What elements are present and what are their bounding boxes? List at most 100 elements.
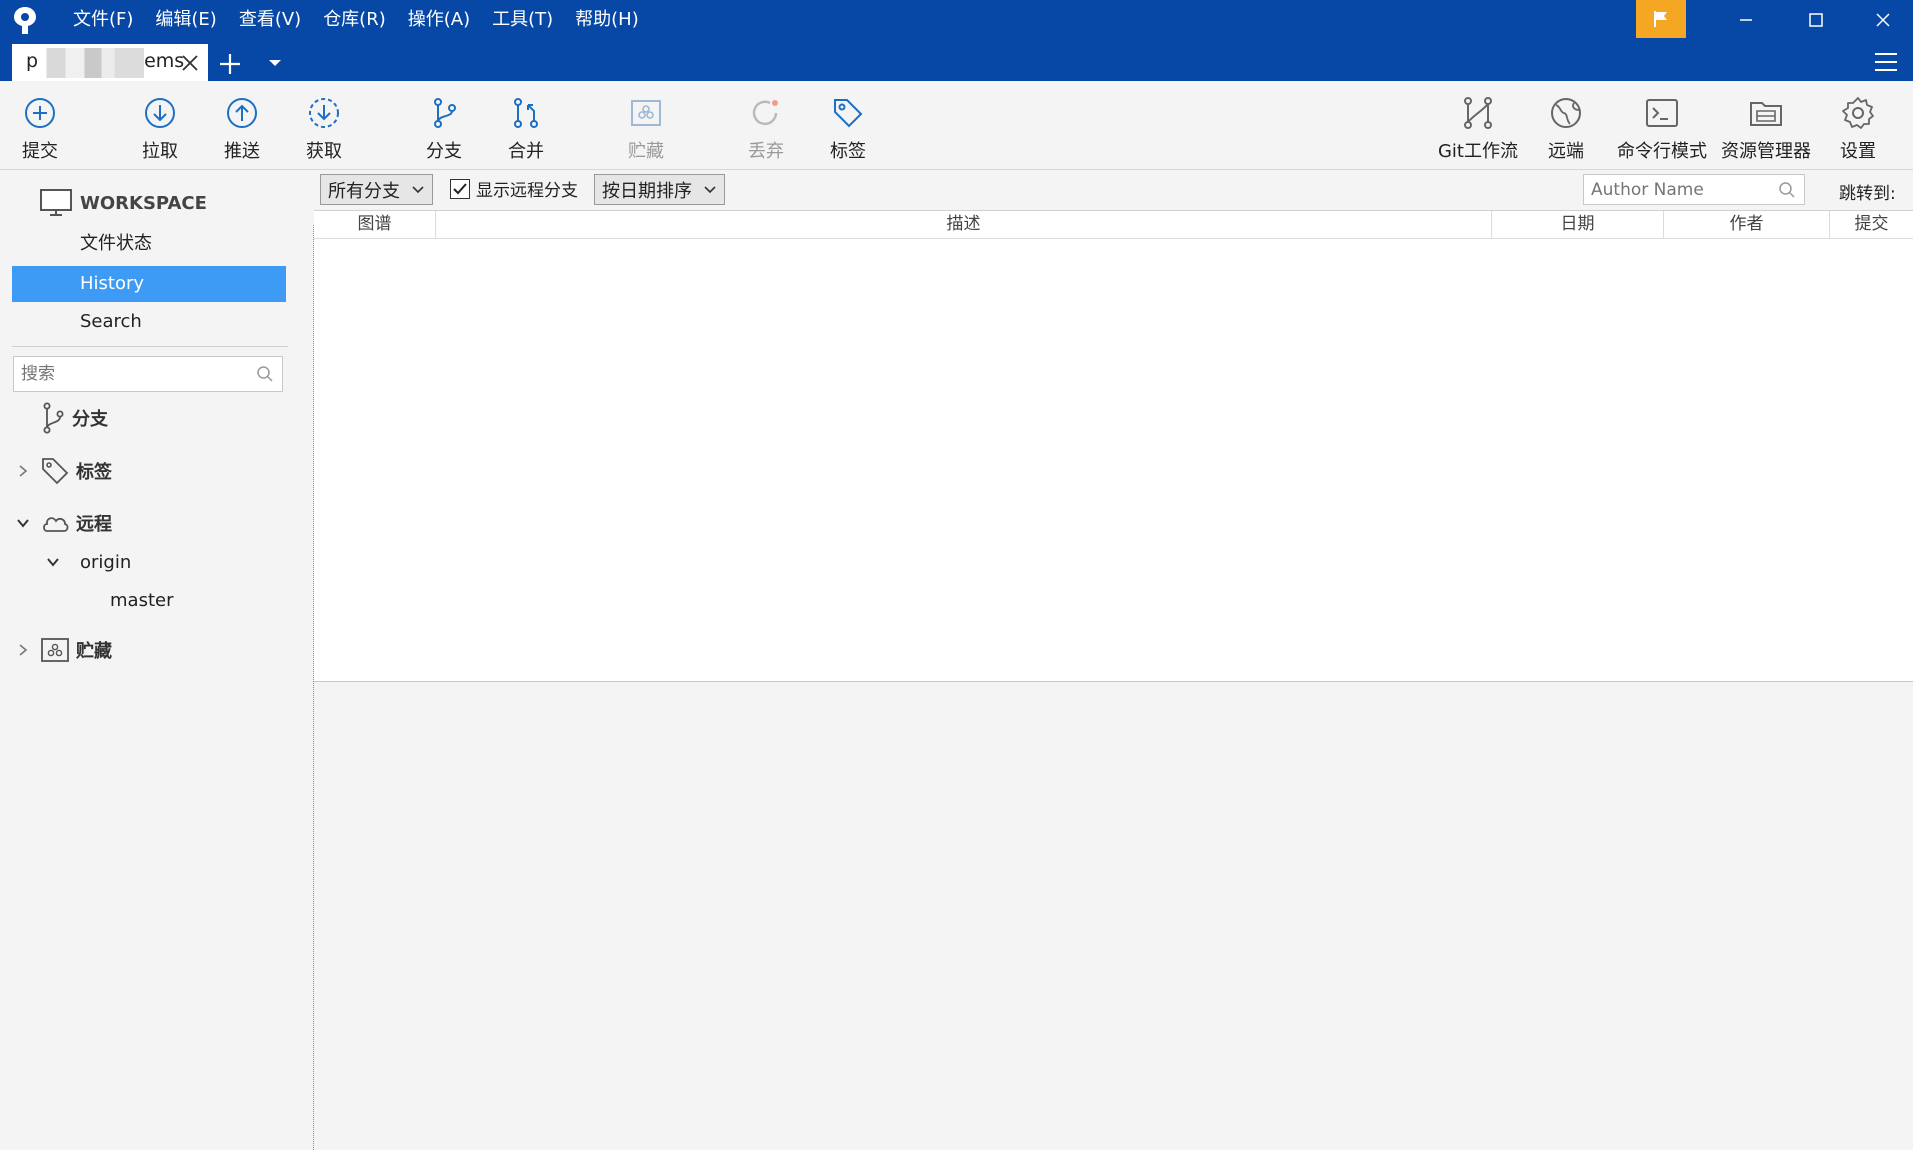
sidebar-item-history[interactable]: History [12, 266, 286, 302]
globe-icon [1551, 98, 1581, 128]
jump-to-label: 跳转到: [1839, 184, 1896, 204]
tag-label: 标签 [830, 141, 866, 162]
push-button[interactable]: 推送 [212, 81, 272, 169]
title-bar: 文件(F) 编辑(E) 查看(V) 仓库(R) 操作(A) 工具(T) 帮助(H… [0, 0, 1913, 81]
workspace-header: WORKSPACE [40, 189, 207, 217]
tree-stashes[interactable]: 贮藏 [16, 632, 112, 668]
branch-filter-dropdown[interactable]: 所有分支 [320, 174, 433, 205]
show-remote-branches-checkbox[interactable] [450, 178, 470, 199]
explorer-label: 资源管理器 [1721, 141, 1811, 162]
tree-origin-label: origin [80, 551, 132, 573]
sourcetree-logo-icon[interactable] [12, 6, 38, 36]
pull-button[interactable]: 拉取 [130, 81, 190, 169]
sidebar-item-search[interactable]: Search [12, 304, 286, 340]
stash-button[interactable]: 贮藏 [616, 81, 676, 169]
menu-file[interactable]: 文件(F) [62, 0, 144, 40]
maximize-button[interactable] [1786, 0, 1846, 40]
sidebar-search-box [13, 356, 283, 392]
branch-button[interactable]: 分支 [414, 81, 474, 169]
tag-icon [834, 99, 863, 128]
menu-help[interactable]: 帮助(H) [564, 0, 650, 40]
gear-icon [1842, 97, 1874, 129]
menu-edit[interactable]: 编辑(E) [144, 0, 227, 40]
column-header-description[interactable]: 描述 [436, 211, 1492, 239]
hamburger-menu-icon[interactable] [1872, 48, 1900, 76]
show-remote-branches-toggle[interactable]: 显示远程分支 [450, 176, 578, 201]
commit-button[interactable]: 提交 [10, 81, 70, 169]
fetch-label: 获取 [306, 141, 342, 162]
discard-button[interactable]: 丢弃 [736, 81, 796, 169]
column-header-commit[interactable]: 提交 [1830, 211, 1913, 239]
tree-branches[interactable]: 分支 [40, 400, 108, 436]
merge-button[interactable]: 合并 [496, 81, 556, 169]
tree-stashes-label: 贮藏 [76, 641, 112, 662]
show-remote-branches-label: 显示远程分支 [476, 181, 578, 201]
tree-master-label: master [110, 589, 174, 611]
terminal-label: 命令行模式 [1617, 141, 1707, 162]
fetch-dashed-circle-icon [309, 98, 339, 128]
fetch-button[interactable]: 获取 [294, 81, 354, 169]
commit-label: 提交 [22, 141, 58, 162]
repository-tab[interactable]: p ems [12, 44, 208, 81]
column-header-author[interactable]: 作者 [1664, 211, 1830, 239]
checkmark-icon [453, 182, 467, 194]
tag-button[interactable]: 标签 [818, 81, 878, 169]
search-icon [257, 366, 273, 382]
git-flow-label: Git工作流 [1437, 141, 1518, 162]
chevron-down-icon[interactable] [46, 555, 60, 569]
menu-actions[interactable]: 操作(A) [397, 0, 481, 40]
tab-list-chevron-down-icon[interactable] [264, 52, 286, 74]
chevron-down-icon [704, 186, 716, 194]
cloud-icon [43, 517, 69, 532]
tree-branches-label: 分支 [72, 409, 108, 430]
author-search-box [1583, 174, 1805, 205]
menu-tools[interactable]: 工具(T) [481, 0, 564, 40]
flag-icon [1654, 11, 1667, 27]
sidebar-search-input[interactable] [14, 357, 244, 391]
merge-label: 合并 [508, 141, 544, 162]
menu-bar: 文件(F) 编辑(E) 查看(V) 仓库(R) 操作(A) 工具(T) 帮助(H… [62, 0, 650, 40]
minimize-icon [1740, 19, 1752, 21]
tree-remotes[interactable]: 远程 [16, 505, 112, 541]
new-tab-plus-icon[interactable] [214, 48, 246, 80]
plus-circle-icon [25, 98, 55, 128]
explorer-button[interactable]: 资源管理器 [1716, 81, 1816, 169]
git-flow-icon [1464, 97, 1492, 129]
stash-box-icon [631, 100, 661, 126]
arrow-down-circle-icon [145, 98, 175, 128]
commit-details-pane [314, 682, 1913, 1150]
sidebar-item-file-status[interactable]: 文件状态 [12, 226, 286, 262]
tab-close-icon[interactable] [180, 53, 200, 73]
tree-remote-branch-master[interactable]: master [110, 582, 173, 618]
sidebar: WORKSPACE 文件状态 History Search 分支 标签 远程 o… [0, 170, 314, 1150]
main-panel: 所有分支 显示远程分支 按日期排序 跳转到: 图谱 描述 日期 作者 提交 [314, 170, 1913, 1150]
tree-remote-origin[interactable]: origin [46, 544, 131, 580]
folder-explorer-icon [1750, 102, 1782, 126]
close-window-button[interactable] [1853, 0, 1913, 40]
notification-flag-button[interactable] [1636, 0, 1686, 38]
sort-order-dropdown[interactable]: 按日期排序 [594, 174, 725, 205]
chevron-down-icon [412, 186, 424, 194]
menu-view[interactable]: 查看(V) [228, 0, 312, 40]
sidebar-divider [12, 346, 288, 347]
menu-repository[interactable]: 仓库(R) [312, 0, 397, 40]
column-header-graph[interactable]: 图谱 [314, 211, 436, 239]
git-flow-button[interactable]: Git工作流 [1430, 81, 1526, 169]
column-header-date[interactable]: 日期 [1492, 211, 1664, 239]
tag-icon [42, 458, 69, 485]
close-icon [1876, 13, 1890, 27]
terminal-button[interactable]: 命令行模式 [1612, 81, 1712, 169]
tree-remotes-label: 远程 [76, 514, 112, 535]
chevron-right-icon[interactable] [16, 464, 30, 478]
tree-tags[interactable]: 标签 [16, 453, 112, 489]
chevron-down-icon[interactable] [16, 516, 30, 530]
push-label: 推送 [224, 141, 260, 162]
remote-button[interactable]: 远端 [1536, 81, 1596, 169]
chevron-right-icon[interactable] [16, 643, 30, 657]
author-search-input[interactable] [1584, 175, 1770, 204]
settings-button[interactable]: 设置 [1828, 81, 1888, 169]
git-branch-icon [43, 402, 64, 434]
commit-history-table[interactable]: 图谱 描述 日期 作者 提交 [314, 210, 1913, 682]
branch-filter-value: 所有分支 [328, 180, 400, 202]
minimize-button[interactable] [1716, 0, 1776, 40]
